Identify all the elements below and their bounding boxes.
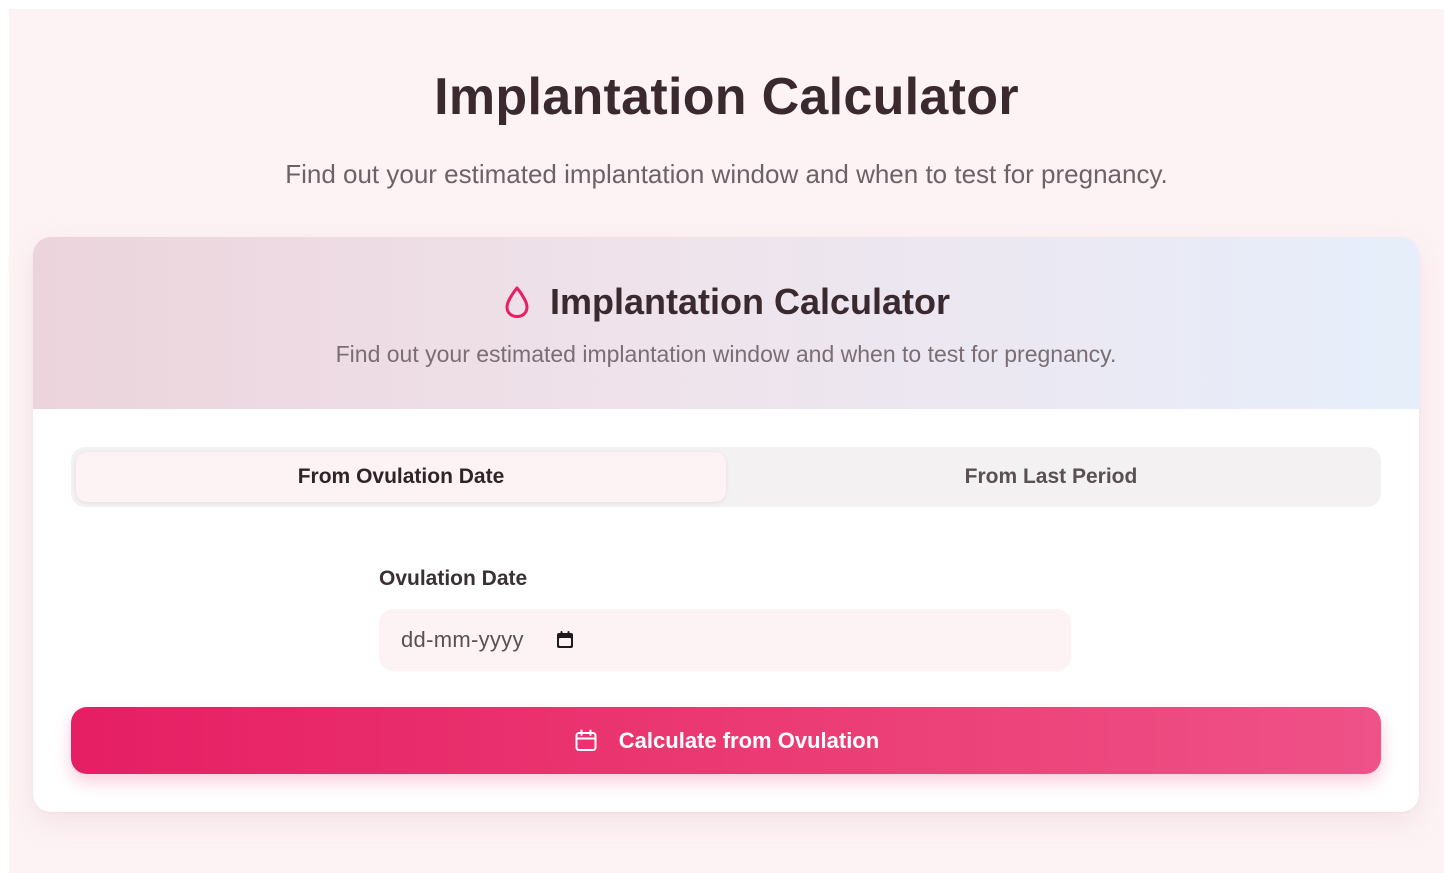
tab-label: From Last Period — [964, 465, 1138, 488]
tab-from-ovulation-date[interactable]: From Ovulation Date — [76, 452, 726, 502]
card-title: Implantation Calculator — [549, 281, 951, 322]
card-title-row: Implantation Calculator — [33, 281, 1419, 323]
ovulation-date-input[interactable]: dd-mm-yyyy — [379, 609, 1071, 671]
ovulation-date-label: Ovulation Date — [379, 567, 528, 590]
tab-from-last-period[interactable]: From Last Period — [726, 452, 1376, 502]
calendar-icon[interactable] — [554, 629, 576, 651]
card-subtitle: Find out your estimated implantation win… — [335, 341, 1117, 367]
drop-icon — [505, 286, 529, 318]
calculate-button-label: Calculate from Ovulation — [618, 727, 880, 753]
page-title: Implantation Calculator — [434, 68, 1019, 126]
calculate-from-ovulation-button[interactable]: Calculate from Ovulation — [71, 707, 1381, 774]
tab-label: From Ovulation Date — [297, 465, 505, 488]
calendar-icon — [575, 729, 597, 751]
calculation-mode-tabs: From Ovulation Date From Last Period — [71, 447, 1381, 507]
card-header: Implantation Calculator Find out your es… — [33, 237, 1419, 409]
calculator-card: Implantation Calculator Find out your es… — [33, 237, 1419, 812]
ovulation-date-placeholder: dd-mm-yyyy — [401, 627, 524, 652]
page-background: Implantation Calculator Find out your es… — [9, 9, 1444, 873]
page-subtitle: Find out your estimated implantation win… — [285, 159, 1168, 189]
